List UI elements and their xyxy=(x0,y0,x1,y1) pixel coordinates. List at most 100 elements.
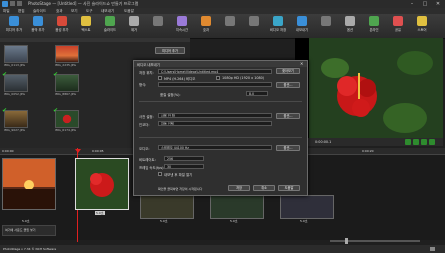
window-title: PhotoStage — [Untitled] — 사진 슬라이드쇼 만들기 프… xyxy=(28,1,139,6)
toolbar-icon xyxy=(105,16,115,26)
encoder-select[interactable]: 자동 선택 xyxy=(158,121,272,126)
fullscreen-button[interactable] xyxy=(429,139,435,145)
toolbar-label: 공유 xyxy=(394,28,402,32)
section-divider xyxy=(139,137,302,138)
toolbar-button-14[interactable]: 옵션 xyxy=(340,16,360,32)
toolbar-button-1[interactable]: 음악 추가 xyxy=(28,16,48,32)
quick-access-icon[interactable] xyxy=(17,1,22,6)
options-button[interactable]: 옵션... xyxy=(276,82,300,88)
ruler-tick: 0:00:00 xyxy=(2,149,14,153)
toolbar-button-13[interactable] xyxy=(316,16,336,27)
toolbar-button-7[interactable]: 지속시간 xyxy=(172,16,192,32)
toolbar-icon xyxy=(33,16,43,26)
toolbar-label: 지속시간 xyxy=(175,28,189,32)
menu-help[interactable]: 도움말 xyxy=(124,9,134,14)
toolbar-icon xyxy=(297,16,307,26)
quality-label: 품질 설정(%): xyxy=(160,93,181,97)
menu-tools[interactable]: 도구 xyxy=(86,9,93,14)
zoom-thumb[interactable] xyxy=(345,238,348,244)
open-after-check[interactable] xyxy=(158,172,162,176)
toolbar-button-2[interactable]: 음성 추가 xyxy=(52,16,72,32)
bitrate-input[interactable]: 256 xyxy=(164,156,204,161)
toolbar-button-9[interactable] xyxy=(220,16,240,27)
slide-image xyxy=(76,159,128,209)
format-select[interactable] xyxy=(158,82,272,87)
toolbar-button-3[interactable]: 텍스트 xyxy=(76,16,96,32)
path-input[interactable]: C:\Users\Home\Videos\Untitled.mp4 xyxy=(158,69,272,74)
toolbar-label: 텍스트 xyxy=(81,28,91,32)
menu-export[interactable]: 내보내기 xyxy=(101,9,114,14)
toolbar-label: 제거 xyxy=(130,28,138,32)
media-thumb-2[interactable] xyxy=(55,45,79,63)
toolbar-icon xyxy=(81,16,91,26)
toolbar-button-5[interactable]: 제거 xyxy=(124,16,144,32)
playhead-marker[interactable] xyxy=(75,149,81,153)
audio-options-button[interactable]: 옵션... xyxy=(276,145,300,151)
toolbar-label: 음악 추가 xyxy=(31,28,45,32)
toolbar-button-11[interactable]: 비디오 저장 xyxy=(268,16,288,32)
timeline-slide[interactable] xyxy=(2,158,56,210)
toolbar-icon xyxy=(417,16,427,26)
media-thumb-1[interactable] xyxy=(4,45,28,63)
ruler-tick: 0:00:05 xyxy=(92,149,104,153)
format-check-2[interactable] xyxy=(216,76,220,80)
menu-edit[interactable]: 편집 xyxy=(18,9,25,14)
used-check-icon: ✔ xyxy=(53,107,59,114)
preview-pane[interactable] xyxy=(295,38,443,138)
close-button[interactable]: ✕ xyxy=(432,0,444,8)
toolbar-button-4[interactable]: 슬라이드 xyxy=(100,16,120,32)
toolbar-button-10[interactable] xyxy=(244,16,264,27)
toolbar-button-16[interactable]: 공유 xyxy=(388,16,408,32)
menu-effects[interactable]: 효과 xyxy=(56,9,63,14)
media-name: IMG_0113.JPG xyxy=(4,63,25,67)
section-divider xyxy=(139,101,302,102)
help-button[interactable]: 도움말 xyxy=(278,185,300,191)
zoom-slider[interactable] xyxy=(330,240,420,242)
slide-duration: 5.0초 xyxy=(95,211,105,215)
encoder-label: 인코더: xyxy=(139,123,150,127)
quick-access-icon[interactable] xyxy=(10,1,15,6)
menu-view[interactable]: 보기 xyxy=(71,9,78,14)
framerate-input[interactable]: 30 xyxy=(164,164,204,169)
timeline-slide[interactable] xyxy=(140,195,194,219)
toolbar-label: 온라인 xyxy=(369,28,379,32)
minimize-button[interactable]: – xyxy=(406,0,418,8)
menu-slide[interactable]: 슬라이드 xyxy=(33,9,46,14)
toolbar-button-15[interactable]: 온라인 xyxy=(364,16,384,32)
toolbar-button-12[interactable]: 내보내기 xyxy=(292,16,312,32)
toolbar-button-0[interactable]: 미디어 추가 xyxy=(4,16,24,32)
menu-file[interactable]: 파일 xyxy=(3,9,10,14)
timeline-slide[interactable] xyxy=(75,158,129,210)
quality-input[interactable]: 8.0 xyxy=(246,91,268,96)
timeline-slide[interactable] xyxy=(210,195,264,219)
toolbar-label: 미디어 추가 xyxy=(5,28,23,32)
preset-options-button[interactable]: 옵션... xyxy=(276,113,300,119)
preview-image xyxy=(309,38,443,138)
audio-track-hint: 여기에 사운드 클립 넣기 xyxy=(5,228,36,232)
preview-time: 0:00:00.1 xyxy=(315,140,332,144)
volume-icon[interactable] xyxy=(430,247,435,251)
path-label: 저장 위치: xyxy=(139,71,154,75)
toolbar-label: 비디오 저장 xyxy=(269,28,287,32)
framerate-label: 프레임 속도(fps): xyxy=(139,166,165,170)
preview-controls: 0:00:00.1 xyxy=(295,138,443,146)
next-button[interactable] xyxy=(421,139,427,145)
browse-button[interactable]: 찾아보기 xyxy=(276,68,300,74)
play-button[interactable] xyxy=(405,139,411,145)
prev-button[interactable] xyxy=(413,139,419,145)
toolbar-button-8[interactable]: 효과 xyxy=(196,16,216,32)
toolbar-icon xyxy=(321,16,331,26)
format-check-1[interactable] xyxy=(158,76,162,80)
maximize-button[interactable]: □ xyxy=(419,0,431,8)
timeline-slide[interactable] xyxy=(280,195,334,219)
dialog-close-icon[interactable]: ✕ xyxy=(300,61,303,66)
toolbar-button-17[interactable]: 스토어 xyxy=(412,16,432,32)
slide-duration: 5.0초 xyxy=(160,219,168,223)
add-media-button[interactable]: 미디어 추가 xyxy=(155,47,185,54)
preset-select[interactable]: 사용 안 함 xyxy=(158,113,272,118)
audio-select[interactable]: 스테레오 44100 Hz xyxy=(158,145,272,150)
save-button[interactable]: 저장 xyxy=(228,185,250,191)
toolbar-button-6[interactable] xyxy=(148,16,168,27)
cancel-button[interactable]: 취소 xyxy=(253,185,275,191)
media-name: IMG_8867.JPG xyxy=(55,92,76,96)
